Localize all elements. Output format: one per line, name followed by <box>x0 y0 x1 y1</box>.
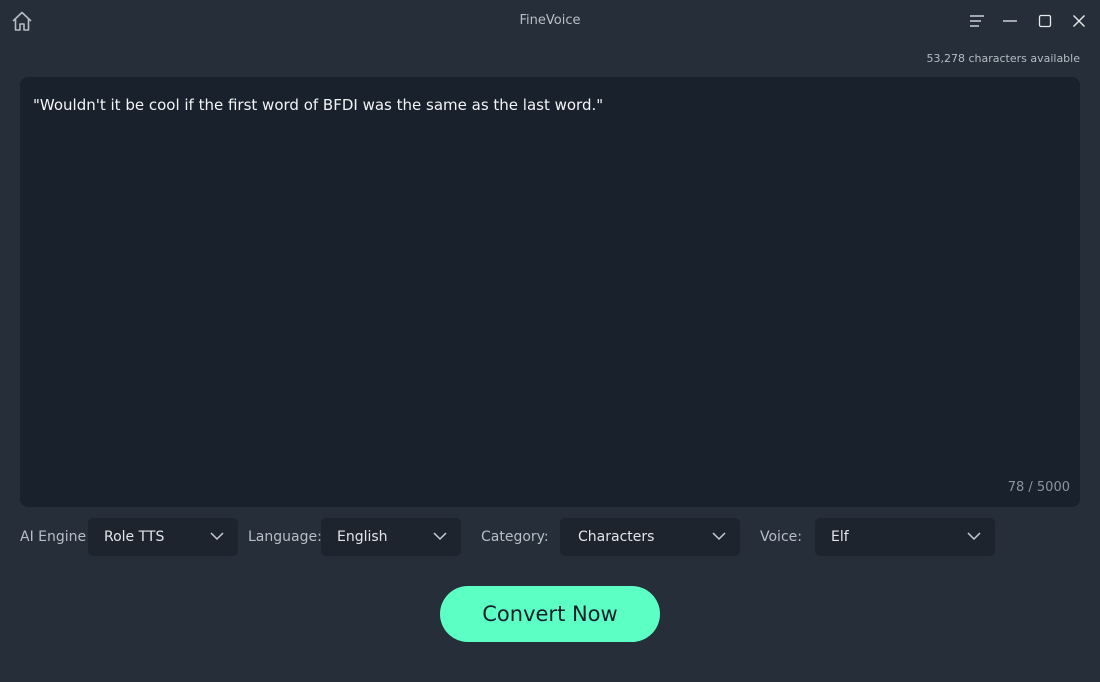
convert-now-button[interactable]: Convert Now <box>440 586 660 642</box>
editor-text[interactable]: "Wouldn't it be cool if the first word o… <box>33 95 1067 115</box>
minimize-icon <box>1003 20 1017 22</box>
title-bar: FineVoice <box>0 0 1100 44</box>
category-value: Characters <box>578 529 655 545</box>
close-icon <box>1073 15 1085 27</box>
language-select[interactable]: English <box>321 518 461 556</box>
close-button[interactable] <box>1068 10 1090 32</box>
text-editor[interactable]: "Wouldn't it be cool if the first word o… <box>20 77 1080 507</box>
chevron-down-icon <box>210 532 224 541</box>
voice-label: Voice: <box>760 529 802 545</box>
menu-button[interactable] <box>966 10 988 32</box>
ai-engine-select[interactable]: Role TTS <box>88 518 238 556</box>
voice-controls: AI Engine Role TTS Language: English Cat… <box>0 518 1100 556</box>
menu-icon <box>970 15 984 27</box>
ai-engine-label: AI Engine <box>20 529 87 545</box>
chevron-down-icon <box>712 532 726 541</box>
language-value: English <box>337 529 388 545</box>
characters-available: 53,278 characters available <box>926 52 1080 65</box>
voice-value: Elf <box>831 529 849 545</box>
maximize-button[interactable] <box>1034 10 1056 32</box>
chevron-down-icon <box>967 532 981 541</box>
app-title: FineVoice <box>519 13 581 28</box>
voice-select[interactable]: Elf <box>815 518 995 556</box>
language-label: Language: <box>248 529 322 545</box>
ai-engine-value: Role TTS <box>104 529 165 545</box>
minimize-button[interactable] <box>999 10 1021 32</box>
maximize-icon <box>1038 14 1052 28</box>
character-counter: 78 / 5000 <box>1007 480 1070 495</box>
chevron-down-icon <box>433 532 447 541</box>
category-label: Category: <box>481 529 549 545</box>
category-select[interactable]: Characters <box>560 518 740 556</box>
